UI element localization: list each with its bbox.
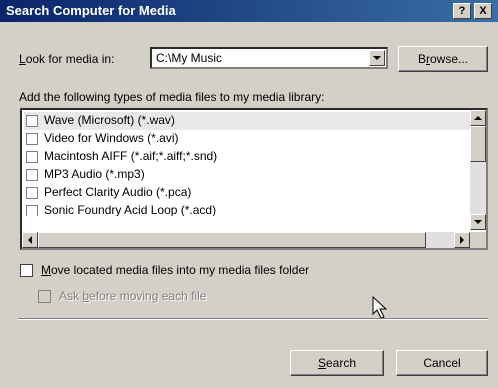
list-item[interactable]: Perfect Clarity Audio (*.pca) xyxy=(24,184,470,202)
scroll-down-button[interactable] xyxy=(470,214,486,230)
horizontal-scrollbar[interactable] xyxy=(22,232,470,248)
search-media-dialog: Search Computer for Media ? X Look for m… xyxy=(0,0,498,388)
chevron-down-icon xyxy=(373,56,381,60)
media-type-checkbox[interactable] xyxy=(26,169,38,181)
media-types-label: Add the following types of media files t… xyxy=(19,90,325,104)
help-button[interactable]: ? xyxy=(453,3,471,19)
title-bar[interactable]: Search Computer for Media ? X xyxy=(0,0,498,22)
cancel-button[interactable]: Cancel xyxy=(396,350,488,376)
arrow-up-icon xyxy=(474,116,482,120)
list-item[interactable]: Macintosh AIFF (*.aif;*.aiff;*.snd) xyxy=(24,148,470,166)
scroll-up-button[interactable] xyxy=(470,110,486,126)
arrow-left-icon xyxy=(28,236,32,244)
list-item[interactable]: MP3 Audio (*.mp3) xyxy=(24,166,470,184)
arrow-right-icon xyxy=(460,236,464,244)
vertical-scrollbar[interactable] xyxy=(470,110,486,230)
vertical-scroll-thumb[interactable] xyxy=(470,126,486,162)
move-files-label[interactable]: Move located media files into my media f… xyxy=(41,263,309,277)
dialog-title: Search Computer for Media xyxy=(6,3,176,18)
arrow-down-icon xyxy=(474,220,482,224)
separator xyxy=(18,318,488,320)
list-item[interactable]: Sonic Foundry Acid Loop (*.acd) xyxy=(24,202,470,216)
ask-before-checkbox xyxy=(38,290,51,303)
list-item[interactable]: Video for Windows (*.avi) xyxy=(24,130,470,148)
close-button[interactable]: X xyxy=(474,3,492,19)
search-button[interactable]: Search xyxy=(290,350,384,376)
look-for-label: Look for media in: xyxy=(19,52,115,66)
mouse-pointer-icon xyxy=(372,296,388,319)
move-files-checkbox[interactable] xyxy=(20,264,33,277)
look-in-combobox[interactable]: C:\My Music xyxy=(150,47,388,69)
media-type-checkbox[interactable] xyxy=(26,115,38,127)
list-item[interactable]: Wave (Microsoft) (*.wav) xyxy=(24,112,470,130)
scrollbar-corner xyxy=(470,232,486,248)
browse-button[interactable]: Browse... xyxy=(398,46,488,72)
scroll-left-button[interactable] xyxy=(22,232,38,248)
media-type-checkbox[interactable] xyxy=(26,133,38,145)
combo-dropdown-button[interactable] xyxy=(369,50,385,66)
media-type-checkbox[interactable] xyxy=(26,187,38,199)
horizontal-scroll-thumb[interactable] xyxy=(38,232,426,248)
media-type-checkbox[interactable] xyxy=(26,205,38,216)
media-types-list[interactable]: Wave (Microsoft) (*.wav) Video for Windo… xyxy=(20,108,488,250)
media-type-checkbox[interactable] xyxy=(26,151,38,163)
look-in-value: C:\My Music xyxy=(156,51,222,65)
scroll-right-button[interactable] xyxy=(454,232,470,248)
ask-before-label: Ask before moving each file xyxy=(59,289,207,303)
